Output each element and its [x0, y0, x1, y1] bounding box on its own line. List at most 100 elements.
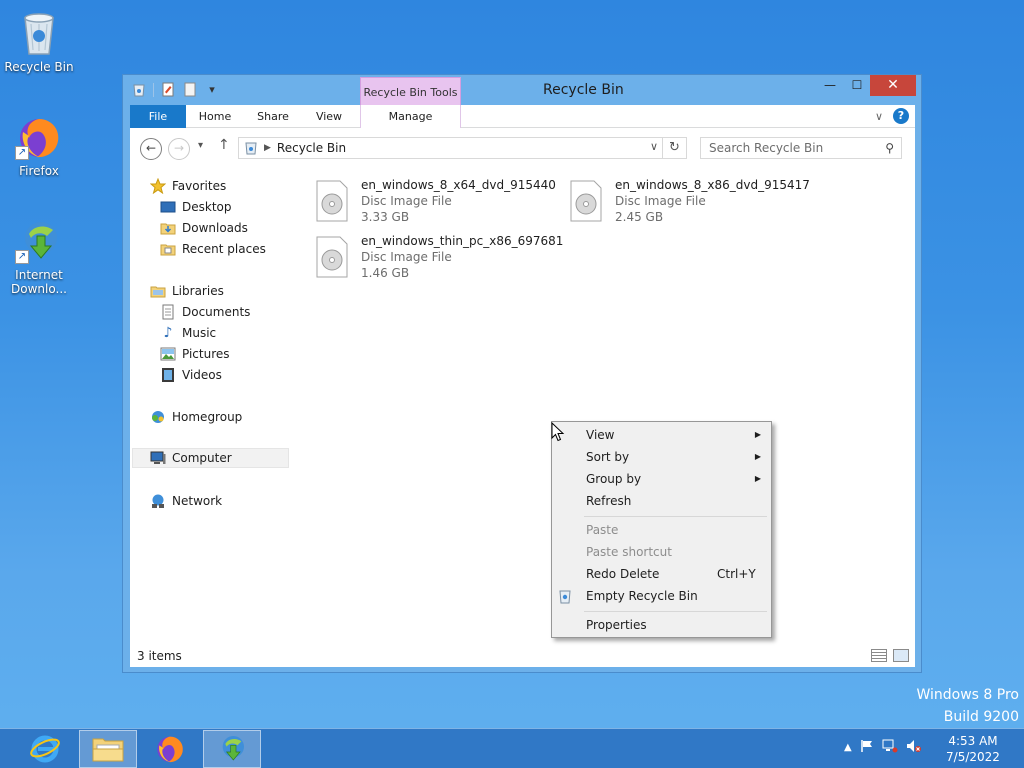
submenu-arrow-icon: ▶ [754, 452, 761, 461]
title-bar[interactable]: ▾ Recycle Bin Tools Recycle Bin — ☐ ✕ [123, 75, 921, 107]
desktop-icon-firefox[interactable]: ↗ Firefox [1, 112, 77, 178]
new-folder-icon[interactable] [182, 81, 198, 98]
taskbar-internet-explorer[interactable] [16, 730, 74, 768]
shortcut-arrow-icon: ↗ [15, 146, 29, 160]
window-title: Recycle Bin [543, 82, 624, 98]
menu-label: Paste shortcut [586, 545, 672, 559]
nav-item-recent-places[interactable]: Recent places [160, 239, 266, 259]
documents-icon [160, 304, 176, 320]
menu-item-sort-by[interactable]: Sort by ▶ [552, 446, 771, 468]
menu-item-paste-shortcut[interactable]: Paste shortcut [552, 541, 771, 563]
details-view-icon[interactable] [871, 649, 887, 662]
nav-item-videos[interactable]: Videos [160, 365, 222, 385]
desktop-icon-recycle-bin[interactable]: Recycle Bin [1, 8, 77, 74]
desktop-icon-label: Firefox [19, 164, 59, 178]
menu-item-paste[interactable]: Paste [552, 519, 771, 541]
taskbar-file-explorer[interactable] [79, 730, 137, 768]
nav-label: Computer [172, 451, 232, 465]
forward-button[interactable]: → [168, 138, 190, 160]
file-item[interactable]: en_windows_8_x64_dvd_915440 Disc Image F… [316, 178, 561, 228]
menu-label: View [586, 428, 615, 442]
menu-label: Properties [586, 618, 647, 632]
pictures-icon [160, 346, 176, 362]
search-icon[interactable]: ⚲ [885, 138, 894, 158]
recycle-bin-tools-header: Recycle Bin Tools [360, 77, 461, 107]
back-button[interactable]: ← [140, 138, 162, 160]
taskbar-internet-download-manager[interactable] [203, 730, 261, 768]
menu-item-refresh[interactable]: Refresh [552, 490, 771, 512]
nav-label: Downloads [182, 221, 248, 235]
clock[interactable]: 4:53 AM 7/5/2022 [940, 733, 1006, 765]
music-note-icon: ♪ [163, 325, 173, 341]
search-input[interactable]: Search Recycle Bin ⚲ [700, 137, 902, 159]
properties-icon[interactable] [160, 81, 176, 98]
nav-item-downloads[interactable]: Downloads [160, 218, 248, 238]
menu-item-empty-recycle-bin[interactable]: Empty Recycle Bin [552, 585, 771, 607]
close-button[interactable]: ✕ [870, 75, 916, 96]
nav-item-libraries[interactable]: Libraries [150, 281, 224, 301]
star-icon [150, 178, 166, 194]
menu-separator [584, 611, 767, 612]
tab-share[interactable]: Share [248, 105, 298, 128]
recycle-bin-small-icon [244, 141, 258, 155]
tab-home[interactable]: Home [190, 105, 240, 128]
help-icon[interactable]: ? [893, 108, 909, 124]
nav-label: Music [182, 326, 217, 340]
nav-item-pictures[interactable]: Pictures [160, 344, 230, 364]
nav-item-music[interactable]: ♪ Music [160, 323, 217, 343]
address-path[interactable]: Recycle Bin [277, 141, 346, 155]
menu-item-view[interactable]: View ▶ [552, 424, 771, 446]
videos-icon [160, 367, 176, 383]
tab-view[interactable]: View [305, 105, 353, 128]
tab-file[interactable]: File [130, 105, 186, 128]
breadcrumb-arrow-icon[interactable]: ▶ [264, 143, 271, 153]
item-count: 3 items [137, 649, 182, 663]
desktop-icon-internet-download-manager[interactable]: ↗ Internet Downlo... [1, 216, 77, 296]
file-explorer-icon [91, 733, 125, 766]
tab-manage[interactable]: Manage [360, 105, 461, 128]
nav-item-computer[interactable]: Computer [132, 448, 289, 468]
computer-icon [150, 450, 166, 466]
nav-item-network[interactable]: Network [150, 491, 222, 511]
expand-ribbon-chevron-icon[interactable]: ∨ [875, 110, 883, 123]
nav-label: Videos [182, 368, 222, 382]
file-type: Disc Image File [361, 194, 452, 208]
taskbar-firefox[interactable] [141, 730, 199, 768]
address-dropdown-chevron-icon[interactable]: ∨ [650, 140, 658, 153]
menu-item-group-by[interactable]: Group by ▶ [552, 468, 771, 490]
ribbon-right-controls: ∨ ? [875, 108, 909, 124]
context-menu: View ▶ Sort by ▶ Group by ▶ Refresh Past… [551, 421, 772, 638]
network-status-icon[interactable] [882, 739, 898, 756]
refresh-icon[interactable]: ↻ [662, 138, 686, 158]
idm-icon: ↗ [15, 216, 63, 264]
nav-label: Pictures [182, 347, 230, 361]
view-buttons [871, 649, 909, 662]
desktop-icon [160, 199, 176, 215]
nav-item-favorites[interactable]: Favorites [150, 176, 226, 196]
desktop-icon-label: Internet Downlo... [11, 268, 67, 296]
menu-item-properties[interactable]: Properties [552, 614, 771, 636]
recycle-bin-small-icon [557, 588, 573, 604]
menu-item-redo-delete[interactable]: Redo Delete Ctrl+Y [552, 563, 771, 585]
maximize-button[interactable]: ☐ [844, 75, 870, 96]
idm-icon [216, 732, 248, 767]
nav-item-documents[interactable]: Documents [160, 302, 250, 322]
menu-label: Empty Recycle Bin [586, 589, 698, 603]
address-bar[interactable]: ▶ Recycle Bin ∨ ↻ [238, 137, 687, 159]
recent-locations-chevron-icon[interactable]: ▾ [198, 140, 203, 151]
file-item[interactable]: en_windows_8_x86_dvd_915417 Disc Image F… [570, 178, 815, 228]
nav-item-homegroup[interactable]: Homegroup [150, 407, 242, 427]
nav-label: Favorites [172, 179, 227, 193]
disc-image-icon [316, 180, 348, 222]
up-button[interactable]: ↑ [218, 137, 230, 153]
file-item[interactable]: en_windows_thin_pc_x86_697681 Disc Image… [316, 234, 563, 284]
show-hidden-icons-chevron-icon[interactable]: ▲ [844, 742, 852, 753]
volume-muted-icon[interactable] [906, 739, 922, 756]
action-center-flag-icon[interactable] [860, 739, 874, 756]
large-icons-view-icon[interactable] [893, 649, 909, 662]
minimize-button[interactable]: — [817, 75, 843, 96]
nav-item-desktop[interactable]: Desktop [160, 197, 232, 217]
menu-label: Paste [586, 523, 619, 537]
customize-toolbar-chevron-icon[interactable]: ▾ [204, 81, 220, 98]
ribbon-tabs: File Home Share View Manage ∨ ? [130, 105, 915, 128]
